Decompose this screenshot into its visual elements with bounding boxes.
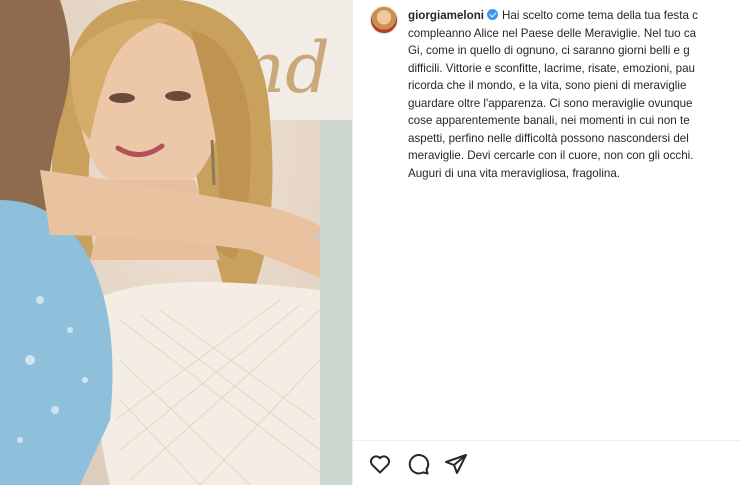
caption-line: Auguri di una vita meravigliosa, fragoli… xyxy=(408,166,621,180)
caption-line: difficili. Vittorie e sconfitte, lacrime… xyxy=(408,61,695,75)
avatar[interactable] xyxy=(370,6,398,34)
photo-illustration: nd xyxy=(0,0,352,485)
post-detail-panel: giorgiameloni Hai scelto come tema della … xyxy=(353,0,740,485)
caption-line: ricorda che il mondo, e la vita, sono pi… xyxy=(408,79,687,92)
caption-line: Hai scelto come tema della tua festa c xyxy=(502,9,698,22)
caption-line: cose apparentemente banali, nei momenti … xyxy=(408,114,690,127)
caption-line: compleanno Alice nel Paese delle Meravig… xyxy=(408,26,697,40)
verified-badge-icon xyxy=(487,9,499,20)
caption-line: aspetti, perfino nelle difficoltà posson… xyxy=(408,131,689,145)
username-link[interactable]: giorgiameloni xyxy=(408,9,484,22)
caption-line: Gi, come in quello di ognuno, ci saranno… xyxy=(408,44,690,57)
send-icon[interactable] xyxy=(444,452,468,476)
post-caption: giorgiameloni Hai scelto come tema della … xyxy=(408,7,740,182)
caption-line: guardare oltre l'apparenza. Ci sono mera… xyxy=(408,96,693,110)
heart-icon[interactable] xyxy=(368,452,392,476)
comment-icon[interactable] xyxy=(406,452,430,476)
actions-divider xyxy=(353,440,740,441)
post-actions xyxy=(368,452,468,476)
post-photo[interactable]: nd xyxy=(0,0,352,485)
caption-line: meraviglie. Devi cercarle con il cuore, … xyxy=(408,149,694,162)
